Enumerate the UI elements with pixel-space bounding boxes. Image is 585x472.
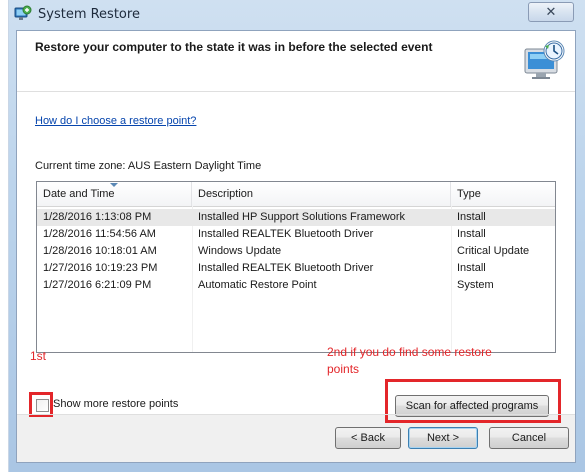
- system-restore-icon: [14, 5, 32, 23]
- annotation-second-line2: points: [327, 362, 360, 376]
- cell-description: Installed REALTEK Bluetooth Driver: [198, 228, 374, 240]
- table-row[interactable]: 1/28/2016 10:18:01 AM Windows Update Cri…: [37, 243, 555, 260]
- restore-monitor-icon: [521, 39, 567, 81]
- header-band: Restore your computer to the state it wa…: [17, 31, 575, 92]
- column-header-description[interactable]: Description: [192, 182, 451, 206]
- cell-type: Install: [457, 262, 486, 274]
- list-header: Date and Time Description Type: [37, 182, 555, 207]
- table-row[interactable]: 1/27/2016 6:21:09 PM Automatic Restore P…: [37, 277, 555, 294]
- cell-description: Automatic Restore Point: [198, 279, 317, 291]
- dialog-client: Restore your computer to the state it wa…: [16, 30, 576, 463]
- cell-type: Install: [457, 228, 486, 240]
- annotation-first: 1st: [30, 349, 47, 363]
- cell-date: 1/27/2016 6:21:09 PM: [43, 279, 152, 291]
- annotation-second: 2nd if you do find some restore points: [327, 344, 492, 378]
- show-more-checkbox[interactable]: [36, 399, 49, 412]
- page-title: Restore your computer to the state it wa…: [35, 40, 433, 54]
- back-button[interactable]: < Back: [335, 427, 401, 449]
- cell-date: 1/28/2016 10:18:01 AM: [43, 245, 157, 257]
- cancel-button[interactable]: Cancel: [489, 427, 569, 449]
- annotation-second-line1: 2nd if you do find some restore: [327, 345, 492, 359]
- help-link[interactable]: How do I choose a restore point?: [35, 115, 196, 127]
- cell-type: Install: [457, 211, 486, 223]
- restore-points-list[interactable]: Date and Time Description Type 1/28/2016…: [36, 181, 556, 353]
- table-row[interactable]: 1/27/2016 10:19:23 PM Installed REALTEK …: [37, 260, 555, 277]
- cell-description: Windows Update: [198, 245, 282, 257]
- cell-type: System: [457, 279, 494, 291]
- cell-description: Installed REALTEK Bluetooth Driver: [198, 262, 374, 274]
- footer-separator: [17, 414, 575, 415]
- close-icon: ✕: [545, 4, 557, 20]
- table-row[interactable]: 1/28/2016 11:54:56 AM Installed REALTEK …: [37, 226, 555, 243]
- column-header-type[interactable]: Type: [451, 182, 555, 206]
- sort-arrow-icon: [110, 183, 118, 187]
- cell-date: 1/28/2016 11:54:56 AM: [43, 228, 156, 240]
- cell-description: Installed HP Support Solutions Framework: [198, 211, 406, 223]
- timezone-label: Current time zone: AUS Eastern Daylight …: [35, 160, 262, 172]
- cell-type: Critical Update: [457, 245, 530, 257]
- title-bar[interactable]: System Restore ✕: [8, 0, 585, 30]
- close-button[interactable]: ✕: [528, 2, 574, 22]
- cell-date: 1/27/2016 10:19:23 PM: [43, 262, 158, 274]
- column-header-date[interactable]: Date and Time: [37, 182, 192, 206]
- window-title: System Restore: [38, 7, 140, 22]
- background-window-strip: [0, 0, 9, 472]
- table-row[interactable]: 1/28/2016 1:13:08 PM Installed HP Suppor…: [37, 209, 555, 226]
- content-area: How do I choose a restore point? Current…: [17, 92, 575, 423]
- next-button[interactable]: Next >: [408, 427, 478, 449]
- show-more-label[interactable]: Show more restore points: [53, 398, 178, 410]
- cell-date: 1/28/2016 1:13:08 PM: [43, 211, 152, 223]
